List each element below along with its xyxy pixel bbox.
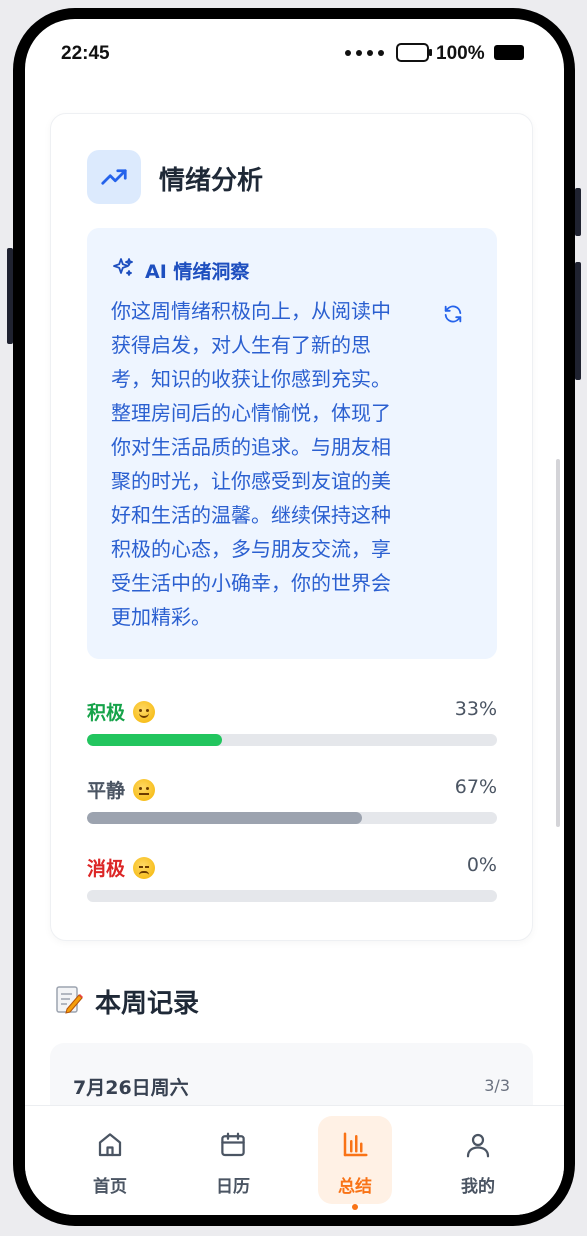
trending-up-icon: [87, 150, 141, 204]
tab-summary[interactable]: 总结: [318, 1116, 392, 1204]
insight-line: 受生活中的小确幸，你的世界会: [111, 571, 391, 595]
bar-chart-icon: [340, 1130, 370, 1164]
insight-line: 聚的时光，让你感受到友谊的美: [111, 469, 391, 493]
scrollbar[interactable]: [556, 459, 560, 827]
insight-line: 考，知识的收获让你感到充实。: [111, 367, 391, 391]
battery-percent: 100%: [436, 43, 485, 64]
app-screen: 22:45 100% 情绪分析 AI 情绪洞察 你这周情绪积极向上，从阅读中 获…: [25, 19, 564, 1215]
calendar-icon: [218, 1130, 248, 1164]
week-title: 本周记录: [95, 989, 200, 1019]
tab-label: 总结: [338, 1177, 372, 1197]
sparkle-icon: [111, 256, 135, 284]
card-title: 情绪分析: [159, 166, 264, 196]
tab-calendar[interactable]: 日历: [196, 1116, 270, 1204]
emotion-label: 平静: [87, 776, 156, 803]
phone-side-button-right-top: [575, 188, 581, 236]
insight-line: 积极的心态，多与朋友交流，享: [111, 537, 391, 561]
emotion-label: 消极: [87, 854, 156, 881]
emotion-progress-track: [87, 734, 497, 746]
home-icon: [95, 1130, 125, 1164]
week-section-header: 本周记录: [55, 983, 199, 1020]
insight-line: 获得启发，对人生有了新的思: [111, 333, 371, 357]
emotion-progress-fill: [87, 734, 223, 746]
insight-line: 整理房间后的心情愉悦，体现了: [111, 401, 391, 425]
ai-insight-panel: AI 情绪洞察 你这周情绪积极向上，从阅读中 获得启发，对人生有了新的思 考，知…: [87, 228, 497, 659]
bottom-tab-bar: 首页 日历 总结 我的: [25, 1105, 564, 1215]
insight-line: 好和生活的温馨。继续保持这种: [111, 503, 391, 527]
tab-home[interactable]: 首页: [73, 1116, 147, 1204]
day-label: 7月26日周六: [73, 1077, 189, 1099]
tab-profile[interactable]: 我的: [441, 1116, 515, 1204]
insight-line: 你这周情绪积极向上，从阅读中: [111, 299, 391, 323]
battery-solid-icon: [494, 45, 524, 60]
tab-label: 我的: [461, 1177, 495, 1197]
pensive-face-icon: [133, 856, 156, 879]
status-time: 22:45: [61, 43, 110, 64]
emotion-percent: 0%: [466, 854, 497, 876]
neutral-face-icon: [133, 778, 156, 801]
emotion-row-negative: 消极 0%: [87, 854, 497, 914]
battery-outline-icon: [396, 43, 432, 62]
insight-title: AI 情绪洞察: [145, 260, 250, 283]
emotion-row-calm: 平静 67%: [87, 776, 497, 836]
memo-icon: [55, 985, 83, 1019]
emotion-name: 消极: [87, 858, 126, 880]
signal-dots-icon: [345, 50, 384, 56]
emotion-name: 积极: [87, 702, 126, 724]
refresh-icon[interactable]: [441, 302, 465, 326]
emotion-name: 平静: [87, 780, 126, 802]
phone-side-button-right: [575, 262, 581, 380]
tab-label: 日历: [216, 1177, 250, 1197]
insight-line: 你对生活品质的追求。与朋友相: [111, 435, 391, 459]
day-count: 3/3: [484, 1076, 510, 1095]
emotion-progress-fill: [87, 812, 362, 824]
insight-text: 你这周情绪积极向上，从阅读中 获得启发，对人生有了新的思 考，知识的收获让你感到…: [111, 294, 411, 634]
emotion-label: 积极: [87, 698, 156, 725]
insight-line: 更加精彩。: [111, 605, 211, 629]
tab-label: 首页: [93, 1177, 127, 1197]
user-icon: [463, 1130, 493, 1164]
emotion-percent: 67%: [454, 776, 497, 798]
status-bar: 22:45 100%: [25, 19, 564, 89]
emotion-progress-track: [87, 812, 497, 824]
emotion-row-positive: 积极 33%: [87, 698, 497, 758]
emotion-analysis-card: 情绪分析 AI 情绪洞察 你这周情绪积极向上，从阅读中 获得启发，对人生有了新的…: [50, 113, 533, 941]
active-tab-indicator: [352, 1204, 358, 1210]
insight-header: AI 情绪洞察: [111, 256, 249, 284]
emotion-percent: 33%: [454, 698, 497, 720]
emotion-progress-track: [87, 890, 497, 902]
smiling-face-icon: [133, 700, 156, 723]
